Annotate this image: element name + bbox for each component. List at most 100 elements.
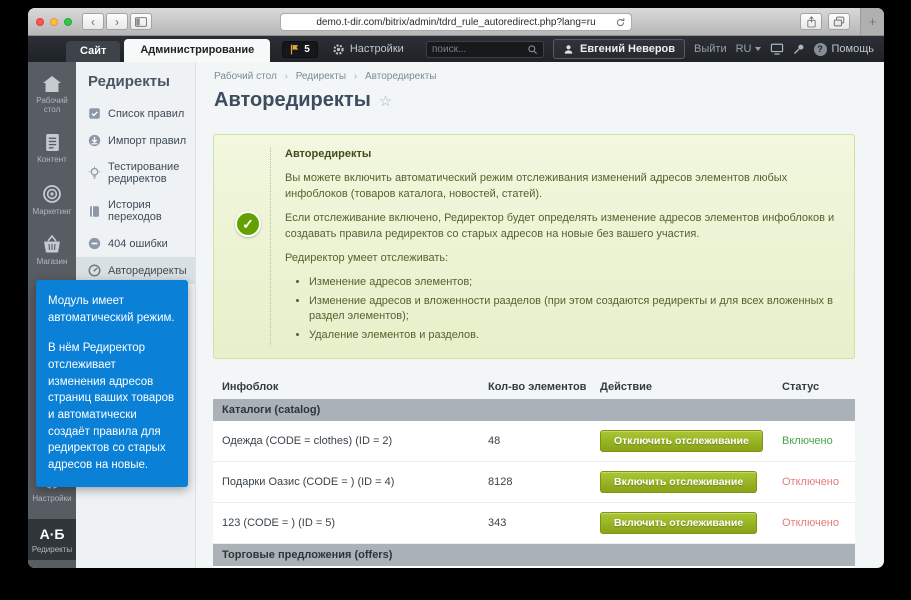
- col-header-action: Действие: [600, 381, 782, 393]
- close-window-icon[interactable]: [36, 18, 44, 26]
- sidebar-item-history[interactable]: История переходов: [76, 192, 195, 230]
- sidebar-icon: [135, 17, 147, 27]
- table-row: 123 (CODE = ) (ID = 5) 343 Включить отсл…: [213, 503, 855, 544]
- basket-icon: [42, 235, 62, 254]
- address-bar[interactable]: demo.t-dir.com/bitrix/admin/tdrd_rule_au…: [280, 13, 632, 31]
- sidebar-toggle-button[interactable]: [130, 13, 152, 30]
- tab-administration[interactable]: Администрирование: [124, 39, 270, 62]
- rail-item-desktop[interactable]: Рабочий стол: [28, 72, 76, 117]
- breadcrumb-redirects[interactable]: Редиректы: [296, 71, 346, 82]
- target-icon: [42, 184, 62, 204]
- url-text: demo.t-dir.com/bitrix/admin/tdrd_rule_au…: [316, 17, 595, 28]
- toggle-tracking-button[interactable]: Отключить отслеживание: [600, 430, 763, 452]
- rail-label: Маркетинг: [33, 207, 72, 216]
- status-badge: Отключено: [782, 476, 846, 488]
- gear-icon: [332, 43, 345, 56]
- rail-item-marketing[interactable]: Маркетинг: [28, 181, 76, 219]
- rail-label: Рабочий стол: [28, 96, 76, 114]
- infobox-paragraph: Если отслеживание включено, Редиректор б…: [285, 211, 842, 242]
- help-label: Помощь: [832, 43, 875, 55]
- table-row: Одежда (CODE = clothes) (ID = 2) 48 Откл…: [213, 421, 855, 462]
- new-tab-button[interactable]: +: [860, 8, 884, 35]
- search-placeholder: поиск...: [432, 44, 466, 55]
- search-input[interactable]: поиск...: [426, 41, 544, 58]
- infobox-bullet: Удаление элементов и разделов.: [309, 328, 842, 343]
- sidebar-item-rule-list[interactable]: Список правил: [76, 100, 195, 127]
- status-badge: Включено: [782, 435, 846, 447]
- table-group-header: Каталоги (catalog): [213, 399, 855, 421]
- table-group-header: Торговые предложения (offers): [213, 544, 855, 566]
- ab-redirects-icon: А·Б: [40, 526, 65, 542]
- download-circle-icon: [88, 134, 101, 147]
- rail-item-content[interactable]: Контент: [28, 130, 76, 167]
- breadcrumb-desktop[interactable]: Рабочий стол: [214, 71, 277, 82]
- infobox-paragraph: Вы можете включить автоматический режим …: [285, 171, 842, 202]
- share-button[interactable]: [800, 13, 822, 30]
- notifications-count: 5: [304, 44, 310, 55]
- desktop-mode-icon[interactable]: [770, 43, 784, 55]
- user-menu-button[interactable]: Евгений Неверов: [553, 39, 685, 59]
- home-icon: [42, 75, 62, 93]
- minus-circle-icon: [88, 237, 101, 250]
- browser-toolbar: ‹ › demo.t-dir.com/bitrix/admin/tdrd_rul…: [28, 8, 884, 36]
- rail-item-redirects[interactable]: А·Б Редиректы: [28, 519, 76, 560]
- tooltip-paragraph: В нём Редиректор отслеживает изменения а…: [48, 340, 176, 473]
- window-controls[interactable]: [36, 18, 72, 26]
- book-icon: [88, 205, 101, 218]
- user-icon: [563, 44, 574, 55]
- sidebar-item-label: Тестирование редиректов: [108, 161, 189, 185]
- content-area: Рабочий стол › Редиректы › Авторедиректы…: [196, 62, 884, 568]
- notifications-badge[interactable]: 5: [282, 41, 318, 58]
- tab-site[interactable]: Сайт: [66, 41, 120, 62]
- element-count: 8128: [488, 476, 600, 488]
- breadcrumb-separator: ›: [354, 71, 357, 82]
- rail-item-shop[interactable]: Магазин: [28, 232, 76, 269]
- infoblock-name: Одежда (CODE = clothes) (ID = 2): [222, 435, 488, 447]
- sidebar-item-import-rules[interactable]: Импорт правил: [76, 127, 195, 154]
- col-header-infoblock: Инфоблок: [222, 381, 488, 393]
- breadcrumb-separator: ›: [285, 71, 288, 82]
- infoblock-name: Подарки Оазис (CODE = ) (ID = 4): [222, 476, 488, 488]
- table-header-row: Инфоблок Кол-во элементов Действие Стату…: [213, 375, 855, 399]
- table-row: Подарки Оазис (CODE = ) (ID = 4) 8128 Вк…: [213, 462, 855, 503]
- rail-label: Настройки: [32, 494, 71, 503]
- sidebar-item-404-errors[interactable]: 404 ошибки: [76, 230, 195, 257]
- rail-label: Магазин: [37, 257, 68, 266]
- logout-button[interactable]: Выйти: [694, 43, 727, 55]
- sidebar-item-label: Авторедиректы: [108, 265, 187, 277]
- favorite-star-icon[interactable]: ☆: [379, 92, 392, 110]
- infoblock-name: 123 (CODE = ) (ID = 5): [222, 517, 488, 529]
- toggle-tracking-button[interactable]: Включить отслеживание: [600, 471, 757, 493]
- topbar-settings-button[interactable]: Настройки: [332, 43, 404, 56]
- sidebar-item-label: 404 ошибки: [108, 238, 168, 250]
- reload-icon[interactable]: [615, 17, 626, 31]
- language-selector[interactable]: RU: [736, 43, 761, 55]
- lightbulb-icon: [88, 166, 101, 180]
- page-title: Авторедиректы ☆: [196, 82, 884, 121]
- col-header-status: Статус: [782, 381, 846, 393]
- breadcrumb-autoredirects[interactable]: Авторедиректы: [365, 71, 437, 82]
- toggle-tracking-button[interactable]: Включить отслеживание: [600, 512, 757, 534]
- document-icon: [44, 133, 61, 152]
- help-button[interactable]: ? Помощь: [814, 43, 875, 56]
- minimize-window-icon[interactable]: [50, 18, 58, 26]
- page-title-text: Авторедиректы: [214, 89, 371, 112]
- forward-button[interactable]: ›: [106, 13, 128, 30]
- info-box: ✓ Авторедиректы Вы можете включить автом…: [213, 134, 855, 359]
- back-button[interactable]: ‹: [82, 13, 104, 30]
- table-row: Одежда (предложения) (CODE = clothes_off…: [213, 566, 855, 568]
- search-icon: [527, 44, 538, 55]
- sidebar-item-label: Список правил: [108, 108, 184, 120]
- help-icon: ?: [814, 43, 827, 56]
- tabs-overview-button[interactable]: [828, 13, 850, 30]
- sidebar-item-test-redirects[interactable]: Тестирование редиректов: [76, 154, 195, 192]
- admin-topbar: Сайт Администрирование 5 Настройки поиск…: [28, 36, 884, 62]
- pin-panel-icon[interactable]: [793, 43, 805, 55]
- infobox-bullet: Изменение адресов элементов;: [309, 275, 842, 290]
- infobox-title: Авторедиректы: [285, 147, 842, 162]
- zoom-window-icon[interactable]: [64, 18, 72, 26]
- infobox-bullet: Изменение адресов и вложенности разделов…: [309, 294, 842, 325]
- infobox-paragraph: Редиректор умеет отслеживать:: [285, 251, 842, 266]
- chevron-down-icon: [755, 47, 761, 51]
- gauge-icon: [88, 264, 101, 277]
